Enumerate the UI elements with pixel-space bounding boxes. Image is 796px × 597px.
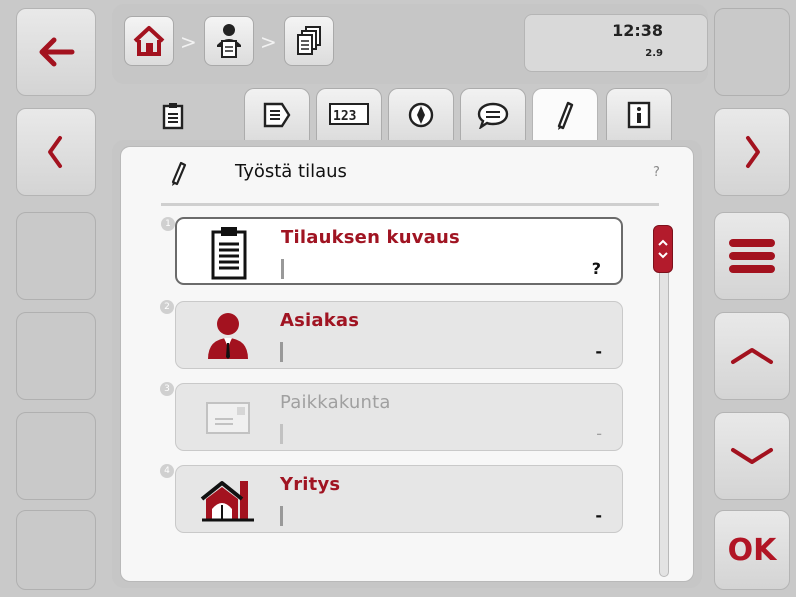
title-divider <box>161 203 659 206</box>
home-icon <box>133 26 165 56</box>
left-empty-button-2 <box>16 312 96 400</box>
list-item-customer[interactable]: 2 Asiakas - <box>160 300 623 369</box>
person-document-icon <box>217 24 241 58</box>
row-number: 1 <box>161 217 175 231</box>
clock-time: 12:38 <box>612 21 663 40</box>
tab-info[interactable] <box>606 88 672 146</box>
scrollbar-thumb[interactable] <box>653 225 673 273</box>
customer-icon <box>198 308 258 364</box>
text-cursor <box>280 342 283 362</box>
row-number: 3 <box>160 382 174 396</box>
row-label: Asiakas <box>280 310 360 331</box>
text-cursor <box>281 259 284 279</box>
info-document-icon <box>627 101 651 129</box>
speed-readout: 2.9 <box>645 48 663 59</box>
left-empty-button-4 <box>16 510 96 590</box>
scroll-up-button[interactable] <box>714 312 790 400</box>
tab-navigation[interactable] <box>388 88 454 146</box>
row-label: Tilauksen kuvaus <box>281 227 460 248</box>
content-area: Työstä tilaus ? 1 Tilauksen kuvaus ? 2 A… <box>120 146 694 582</box>
text-cursor <box>280 424 283 444</box>
documents-icon <box>297 26 321 55</box>
next-button[interactable] <box>714 108 790 196</box>
pencil-icon <box>171 161 187 186</box>
list-item-company[interactable]: 4 Yritys - <box>160 464 623 533</box>
row-label: Paikkakunta <box>280 392 391 413</box>
breadcrumb-separator: > <box>260 30 277 54</box>
list-item-location: 3 Paikkakunta - <box>160 382 623 451</box>
chevron-up-icon <box>731 348 773 364</box>
row-number: 2 <box>160 300 174 314</box>
back-button[interactable] <box>16 8 96 96</box>
ok-button[interactable]: OK <box>714 510 790 590</box>
row-label: Yritys <box>280 474 341 495</box>
document-arrow-icon <box>263 102 291 128</box>
envelope-icon <box>198 390 258 446</box>
clock-display: 12:38 2.9 <box>524 14 708 72</box>
breadcrumb-orders[interactable] <box>204 16 254 66</box>
clipboard-icon <box>199 225 259 281</box>
clipboard-icon <box>162 103 184 130</box>
svg-text:123: 123 <box>333 109 356 124</box>
ok-label: OK <box>727 532 777 568</box>
previous-button[interactable] <box>16 108 96 196</box>
breadcrumb-separator: > <box>180 30 197 54</box>
right-empty-button <box>714 8 790 96</box>
menu-button[interactable] <box>714 212 790 300</box>
scroll-down-button[interactable] <box>714 412 790 500</box>
row-value: - <box>595 342 602 361</box>
scroll-grip-icon <box>658 239 668 259</box>
chevron-right-icon <box>746 136 760 168</box>
tab-notes[interactable] <box>460 88 526 146</box>
list-item-order-description[interactable]: 1 Tilauksen kuvaus ? <box>161 217 623 285</box>
chevron-left-icon <box>48 136 62 168</box>
pencil-icon <box>557 101 574 130</box>
main-panel: Työstä tilaus ? 1 Tilauksen kuvaus ? 2 A… <box>112 140 702 588</box>
page-title: Työstä tilaus <box>235 161 347 182</box>
scrollbar-track[interactable] <box>659 229 669 577</box>
tab-counters[interactable]: 123 <box>316 88 382 146</box>
breadcrumb-home[interactable] <box>124 16 174 66</box>
left-empty-button-3 <box>16 412 96 500</box>
counter-icon: 123 <box>329 103 369 125</box>
farm-barn-icon <box>198 472 258 528</box>
row-value: ? <box>591 259 601 278</box>
chevron-down-icon <box>731 448 773 464</box>
speech-bubble-icon <box>477 102 509 129</box>
text-cursor <box>280 506 283 526</box>
arrow-left-icon <box>39 37 75 67</box>
row-value: - <box>595 506 602 525</box>
hamburger-menu-icon <box>729 239 775 273</box>
header-bar: > > 12:38 2.9 <box>112 4 708 84</box>
row-value: - <box>596 424 602 443</box>
breadcrumb-order-list[interactable] <box>284 16 334 66</box>
tab-data[interactable] <box>244 88 310 146</box>
left-empty-button-1 <box>16 212 96 300</box>
tab-overview-icon[interactable] <box>162 102 184 134</box>
compass-icon <box>408 102 434 128</box>
row-number: 4 <box>160 464 174 478</box>
help-indicator[interactable]: ? <box>653 165 660 180</box>
